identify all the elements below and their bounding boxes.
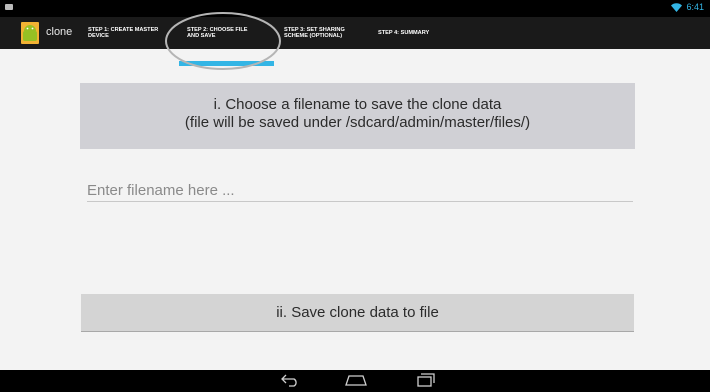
tab-step-1-line2: Device (88, 33, 109, 40)
back-button[interactable] (275, 373, 305, 389)
tab-step-3-line2: Scheme (Optional) (284, 33, 343, 40)
tab-step-4[interactable]: Step 4: Summary (378, 17, 468, 49)
status-time: 6:41 (686, 2, 704, 12)
instruction-line-2: (file will be saved under /sdcard/admin/… (184, 114, 531, 131)
home-icon (345, 375, 367, 386)
app-title: clone (46, 26, 73, 38)
tab-step-2[interactable]: Step 2: Choose File and Save (187, 17, 273, 49)
status-bar: 6:41 (0, 0, 710, 17)
save-clone-data-button[interactable]: ii. Save clone data to file (81, 294, 634, 332)
tab-step-3[interactable]: Step 3: Set Sharing Scheme (Optional) (284, 17, 372, 49)
back-icon (281, 374, 297, 387)
recents-icon (417, 373, 435, 387)
wifi-icon (671, 2, 683, 12)
recents-button[interactable] (410, 373, 440, 389)
instruction-line-1: i. Choose a filename to save the clone d… (213, 96, 502, 113)
filename-input[interactable] (87, 179, 633, 202)
status-right: 6:41 (671, 2, 704, 12)
action-bar: clone Step 1: Create Master Device Step … (0, 17, 710, 66)
android-app-icon[interactable] (21, 22, 39, 44)
selected-tab-indicator (179, 61, 274, 66)
tab-step-4-line1: Step 4: Summary (378, 30, 430, 36)
tab-step-1[interactable]: Step 1: Create Master Device (88, 17, 173, 49)
home-button[interactable] (341, 373, 371, 389)
tab-step-2-line2: and Save (187, 33, 216, 40)
navigation-bar (0, 370, 710, 392)
filename-instruction-panel: i. Choose a filename to save the clone d… (80, 83, 635, 149)
notification-icon (5, 4, 13, 10)
